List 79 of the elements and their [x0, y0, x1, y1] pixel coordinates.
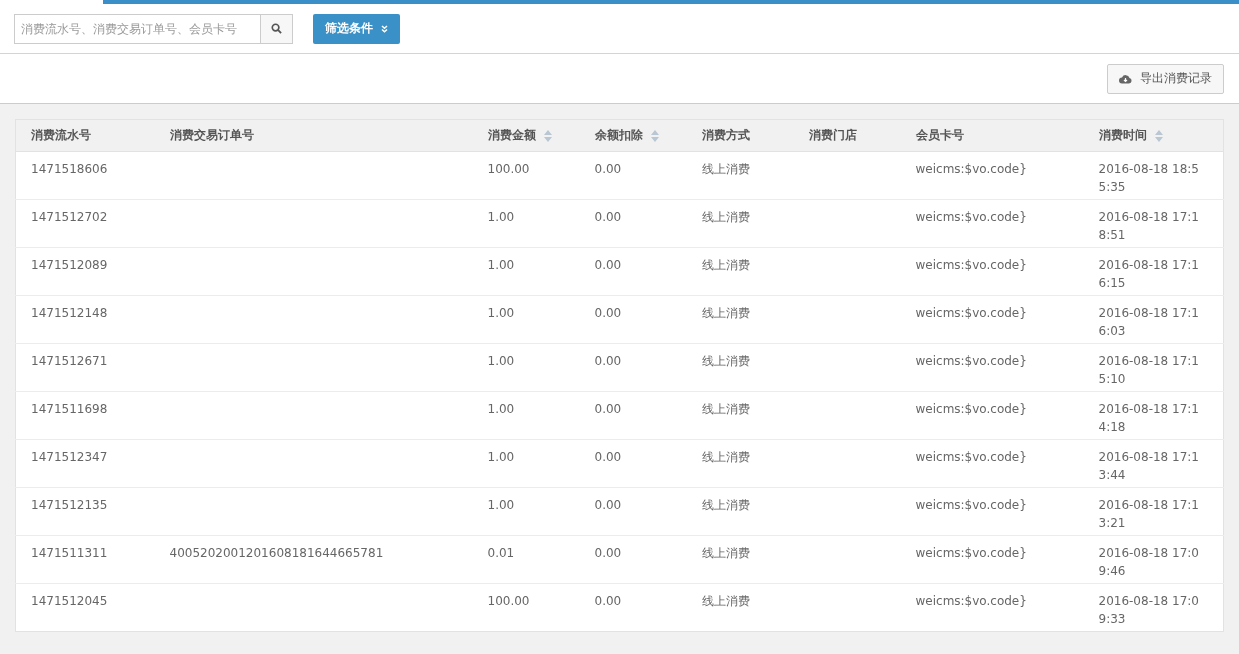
table-cell: 0.00: [594, 258, 622, 272]
table-cell-text: 2016-08-18 17:09:46: [1098, 545, 1200, 580]
table-cell-text: 2016-08-18 17:14:18: [1098, 401, 1200, 436]
column-header: 消费交易订单号: [169, 128, 254, 142]
table-cell: 1.00: [487, 402, 515, 416]
sort-icon[interactable]: [1154, 129, 1163, 142]
table-cell: 1471512045: [31, 594, 108, 608]
table-cell: weicms:$vo.code}: [915, 162, 1027, 176]
filter-button[interactable]: 筛选条件: [313, 13, 400, 44]
search-button[interactable]: [260, 13, 293, 44]
table-cell-text: 2016-08-18 17:16:15: [1098, 257, 1200, 292]
table-cell: 1.00: [487, 354, 515, 368]
table-cell: weicms:$vo.code}: [915, 594, 1027, 608]
table-cell: 线上消费: [701, 162, 750, 176]
table-cell: 1.00: [487, 450, 515, 464]
search-icon: [271, 23, 282, 34]
table-cell: 1471512702: [31, 210, 108, 224]
table-cell: 0.00: [594, 306, 622, 320]
table-cell: 线上消费: [701, 258, 750, 272]
table-cell: 1471511698: [31, 402, 108, 416]
table-cell: 0.00: [594, 354, 622, 368]
table-cell: weicms:$vo.code}: [915, 546, 1027, 560]
sort-icon[interactable]: [543, 129, 552, 142]
table-cell: 线上消费: [701, 450, 750, 464]
table-cell: 0.00: [594, 402, 622, 416]
table-cell: weicms:$vo.code}: [915, 258, 1027, 272]
table-cell: 线上消费: [701, 354, 750, 368]
table-cell: 1471512135: [31, 498, 108, 512]
export-button[interactable]: 导出消费记录: [1107, 63, 1224, 94]
table-cell: weicms:$vo.code}: [915, 306, 1027, 320]
table-cell: 1471518606: [31, 162, 108, 176]
table-cell: 1471512347: [31, 450, 108, 464]
column-header[interactable]: 消费金额: [487, 128, 536, 142]
table-cell: 100.00: [487, 162, 530, 176]
table-cell-text: 2016-08-18 17:18:51: [1098, 209, 1200, 244]
table-cell-text: 2016-08-18 17:13:21: [1098, 497, 1200, 532]
table-cell: 1471512671: [31, 354, 108, 368]
column-header[interactable]: 余额扣除: [594, 128, 643, 142]
table-cell: 线上消费: [701, 546, 750, 560]
sort-icon[interactable]: [650, 129, 659, 142]
table-cell: 1471511311: [31, 546, 108, 560]
table-cell-text: 2016-08-18 17:13:44: [1098, 449, 1200, 484]
table-cell: 线上消费: [701, 210, 750, 224]
column-header[interactable]: 消费时间: [1098, 128, 1147, 142]
table-cell: 1.00: [487, 210, 515, 224]
table-cell: weicms:$vo.code}: [915, 210, 1027, 224]
table-cell: 线上消费: [701, 594, 750, 608]
table-cell-text: 2016-08-18 18:55:35: [1098, 161, 1200, 196]
search-field[interactable]: 消费流水号、消费交易订单号、会员卡号: [14, 13, 260, 44]
table-cell: 0.00: [594, 162, 622, 176]
double-chevron-icon: [381, 24, 388, 33]
table-cell: weicms:$vo.code}: [915, 402, 1027, 416]
table-cell: 0.00: [594, 546, 622, 560]
table-cell: weicms:$vo.code}: [915, 450, 1027, 464]
cloud-download-icon: [1119, 73, 1132, 84]
table-cell: 1.00: [487, 258, 515, 272]
column-header: 会员卡号: [915, 128, 964, 142]
table-cell: 1471512089: [31, 258, 108, 272]
table-cell: 1471512148: [31, 306, 108, 320]
column-header: 消费门店: [808, 128, 857, 142]
table-cell: 4005202001201608181644665781: [169, 546, 384, 560]
column-header: 消费流水号: [31, 128, 91, 142]
table-cell-text: 2016-08-18 17:16:03: [1098, 305, 1200, 340]
table-cell: 0.00: [594, 450, 622, 464]
table-cell: 0.00: [594, 594, 622, 608]
table-cell: weicms:$vo.code}: [915, 498, 1027, 512]
table-cell: 1.00: [487, 498, 515, 512]
column-header: 消费方式: [701, 128, 750, 142]
table-cell: 1.00: [487, 306, 515, 320]
table-cell: weicms:$vo.code}: [915, 354, 1027, 368]
table-cell-text: 2016-08-18 17:15:10: [1098, 353, 1200, 388]
table-cell: 线上消费: [701, 498, 750, 512]
table-cell: 0.00: [594, 498, 622, 512]
table-cell: 0.00: [594, 210, 622, 224]
table-cell: 线上消费: [701, 402, 750, 416]
table-cell-text: 2016-08-18 17:09:33: [1098, 593, 1200, 628]
table-cell: 0.01: [487, 546, 515, 560]
table-cell: 线上消费: [701, 306, 750, 320]
table-cell: 100.00: [487, 594, 530, 608]
